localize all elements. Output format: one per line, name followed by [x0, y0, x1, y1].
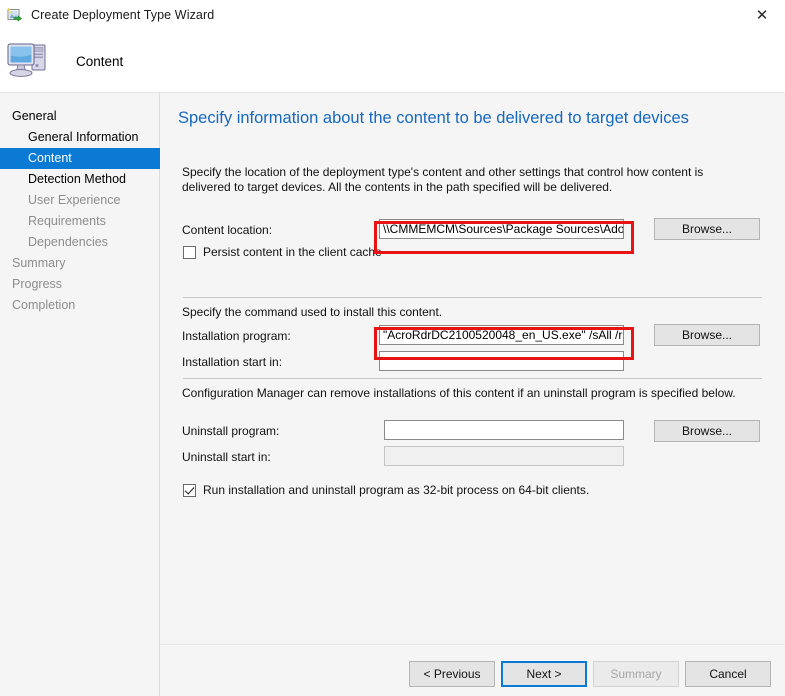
installation-program-label: Installation program:: [182, 329, 291, 343]
run-32bit-checkbox-label: Run installation and uninstall program a…: [203, 483, 590, 497]
sidebar-item-user-experience[interactable]: User Experience: [0, 190, 159, 211]
sidebar-item-progress[interactable]: Progress: [0, 274, 159, 295]
wizard-header: Content: [0, 30, 785, 92]
uninstall-section-note: Configuration Manager can remove install…: [182, 386, 736, 400]
run-32bit-checkbox[interactable]: [183, 483, 196, 497]
wizard-icon: [6, 7, 23, 23]
sidebar-item-dependencies[interactable]: Dependencies: [0, 232, 159, 253]
uninstall-program-row: Uninstall program:: [182, 420, 279, 442]
title-bar: Create Deployment Type Wizard ✕: [0, 0, 785, 30]
sidebar-item-summary[interactable]: Summary: [0, 253, 159, 274]
previous-button[interactable]: < Previous: [409, 661, 495, 687]
installation-program-input[interactable]: "AcroRdrDC2100520048_en_US.exe" /sAll /r…: [379, 325, 624, 345]
browse-installation-program-button[interactable]: Browse...: [654, 324, 760, 346]
separator-uninstall: [183, 378, 762, 379]
run-32bit-checkbox-row[interactable]: Run installation and uninstall program a…: [183, 483, 589, 497]
close-icon[interactable]: ✕: [739, 0, 785, 30]
installation-start-in-input[interactable]: [379, 351, 624, 371]
browse-content-location-button[interactable]: Browse...: [654, 218, 760, 240]
install-section-note: Specify the command used to install this…: [182, 305, 443, 319]
sidebar-item-general[interactable]: General: [0, 106, 159, 127]
persist-content-checkbox[interactable]: [183, 245, 196, 259]
uninstall-start-in-input[interactable]: [384, 446, 624, 466]
window-title: Create Deployment Type Wizard: [31, 8, 215, 22]
content-description: Specify the location of the deployment t…: [182, 165, 704, 194]
uninstall-start-in-label: Uninstall start in:: [182, 450, 271, 464]
browse-uninstall-program-button[interactable]: Browse...: [654, 420, 760, 442]
summary-button: Summary: [593, 661, 679, 687]
computer-icon: [6, 40, 52, 82]
sidebar-item-completion[interactable]: Completion: [0, 295, 159, 316]
content-heading: Specify information about the content to…: [178, 109, 689, 127]
installation-start-in-row: Installation start in:: [182, 351, 282, 373]
content-location-label: Content location:: [182, 223, 273, 237]
sidebar-item-general-information[interactable]: General Information: [0, 127, 159, 148]
uninstall-program-input[interactable]: [384, 420, 624, 440]
uninstall-start-in-row: Uninstall start in:: [182, 446, 271, 468]
installation-program-row: Installation program:: [182, 325, 291, 347]
wizard-footer: < Previous Next > Summary Cancel: [160, 644, 785, 696]
content-location-input[interactable]: \\CMMEMCM\Sources\Package Sources\Adobe: [379, 219, 624, 239]
page-title: Content: [76, 53, 124, 69]
persist-content-checkbox-row[interactable]: Persist content in the client cache: [183, 245, 382, 259]
wizard-sidebar: General General Information Content Dete…: [0, 92, 160, 696]
uninstall-program-label: Uninstall program:: [182, 424, 280, 438]
persist-content-checkbox-label: Persist content in the client cache: [203, 245, 382, 259]
sidebar-item-requirements[interactable]: Requirements: [0, 211, 159, 232]
next-button[interactable]: Next >: [501, 661, 587, 687]
separator-install: [183, 297, 762, 298]
sidebar-item-content[interactable]: Content: [0, 148, 160, 169]
content-location-row: Content location:: [182, 219, 272, 241]
sidebar-item-detection-method[interactable]: Detection Method: [0, 169, 159, 190]
installation-start-in-label: Installation start in:: [182, 355, 283, 369]
content-panel: Specify information about the content to…: [160, 92, 785, 644]
cancel-button[interactable]: Cancel: [685, 661, 771, 687]
